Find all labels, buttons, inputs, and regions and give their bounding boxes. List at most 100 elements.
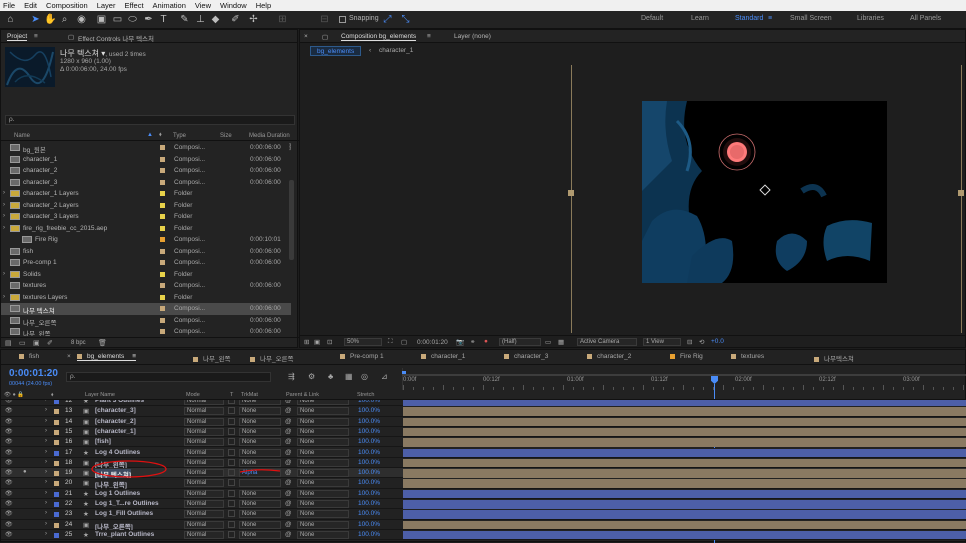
layer-row[interactable]: 👁 › 21 ★ Log 1 Outlines Normal None @ None 100.0% bbox=[1, 488, 966, 499]
expand-arrow-icon[interactable]: › bbox=[3, 294, 5, 300]
label-color-swatch[interactable] bbox=[160, 156, 165, 162]
parent-select[interactable]: None bbox=[297, 448, 349, 457]
layer-name[interactable]: [fish] bbox=[95, 438, 111, 445]
preserve-transparency-checkbox[interactable] bbox=[228, 500, 235, 507]
preserve-transparency-checkbox[interactable] bbox=[228, 469, 235, 477]
project-search-input[interactable]: ρ. bbox=[5, 115, 295, 125]
timeline-tab[interactable]: 나무텍스쳐 bbox=[814, 353, 854, 363]
expand-arrow-icon[interactable]: › bbox=[45, 438, 47, 444]
timeline-tab[interactable]: Pre-comp 1 bbox=[340, 353, 384, 360]
pick-whip-icon[interactable]: @ bbox=[285, 521, 292, 528]
project-item[interactable]: 나무_오른쪽 Composi... 0:00:06:00 bbox=[1, 315, 291, 327]
track-matte-select[interactable]: None bbox=[239, 489, 281, 498]
column-size[interactable]: Size bbox=[220, 133, 232, 139]
layer-row[interactable]: 👁 › 22 ★ Log 1_T...re Outlines Normal None @ Non… bbox=[1, 499, 966, 510]
tab-project[interactable]: Project bbox=[7, 33, 28, 41]
menu-layer[interactable]: Layer bbox=[97, 1, 116, 10]
layer-row[interactable]: 👁 › 17 ★ Log 4 Outlines Normal None @ None 100.0% bbox=[1, 447, 966, 458]
comp-mini-flowchart-icon[interactable]: ⇶ bbox=[288, 372, 295, 381]
draft-3d-icon[interactable]: ⚙ bbox=[308, 372, 315, 381]
workspace-learn[interactable]: Learn bbox=[691, 15, 709, 22]
layer-row[interactable]: 👁 › 18 ▣ [나무_왼쪽] Normal None @ None 100.0% bbox=[1, 457, 966, 469]
label-color-swatch[interactable] bbox=[160, 248, 165, 254]
view-layout-select[interactable]: 1 View bbox=[643, 338, 681, 346]
label-color-swatch[interactable] bbox=[160, 202, 165, 208]
layer-label-swatch[interactable] bbox=[54, 532, 59, 538]
label-color-swatch[interactable] bbox=[160, 294, 165, 300]
timeline-tab[interactable]: character_2 bbox=[587, 353, 631, 360]
column-media-duration[interactable]: Media Duration bbox=[249, 133, 290, 139]
preserve-transparency-checkbox[interactable] bbox=[228, 407, 235, 415]
hand-tool-icon[interactable]: ✋ bbox=[44, 13, 57, 26]
visibility-eye-icon[interactable]: 👁 bbox=[5, 407, 13, 414]
expand-arrow-icon[interactable]: › bbox=[45, 400, 47, 403]
guide-handle-left[interactable] bbox=[568, 190, 574, 196]
layer-label-swatch[interactable] bbox=[54, 491, 59, 497]
track-matte-select[interactable]: None bbox=[239, 458, 281, 467]
layer-label-swatch[interactable] bbox=[54, 502, 59, 507]
time-ruler[interactable]: 0:00f 00:12f 01:00f 01:12f 02:00f 02:12f 03:00… bbox=[402, 368, 966, 390]
stretch-value[interactable]: 100.0% bbox=[358, 510, 380, 517]
menu-window[interactable]: Window bbox=[220, 1, 247, 10]
parent-select[interactable]: None bbox=[297, 489, 349, 498]
audio-icon[interactable]: ● bbox=[23, 469, 27, 475]
workspace-small-screen[interactable]: Small Screen bbox=[790, 15, 832, 22]
timeline-tab[interactable]: bg_elements ≡ bbox=[77, 353, 137, 361]
layer-duration-bar[interactable] bbox=[403, 530, 966, 540]
column-name[interactable]: Name bbox=[14, 133, 30, 139]
expand-arrow-icon[interactable]: › bbox=[45, 500, 47, 506]
layer-name[interactable]: Log 1_Fill Outlines bbox=[95, 510, 153, 517]
workspace-libraries[interactable]: Libraries bbox=[857, 15, 884, 22]
type-tool-icon[interactable]: T bbox=[157, 13, 170, 26]
label-color-swatch[interactable] bbox=[160, 179, 165, 185]
snap-expand-icon[interactable]: ⤡ bbox=[399, 13, 412, 26]
workspace-standard[interactable]: Standard bbox=[735, 15, 763, 22]
breadcrumb-character-1[interactable]: character_1 bbox=[379, 47, 413, 54]
menu-edit[interactable]: Edit bbox=[24, 1, 37, 10]
layer-label-swatch[interactable] bbox=[54, 440, 59, 446]
layer-label-swatch[interactable] bbox=[54, 429, 59, 435]
parent-select[interactable]: None bbox=[297, 438, 349, 447]
preserve-transparency-checkbox[interactable] bbox=[228, 400, 235, 404]
magnification-icon[interactable]: ⊞ bbox=[304, 338, 309, 346]
stretch-value[interactable]: 100.0% bbox=[358, 428, 380, 435]
layer-duration-bar[interactable] bbox=[403, 520, 966, 530]
blend-mode-select[interactable]: Normal bbox=[184, 400, 224, 405]
menu-file[interactable]: File bbox=[3, 1, 15, 10]
pick-whip-icon[interactable]: @ bbox=[285, 500, 292, 507]
track-matte-select[interactable]: None bbox=[239, 510, 281, 519]
frame-blending-icon[interactable]: ▦ bbox=[345, 372, 353, 381]
timeline-tab[interactable]: character_3 bbox=[504, 353, 548, 360]
project-item[interactable]: character_3 Composi... 0:00:06:00 bbox=[1, 177, 291, 189]
breadcrumb-bg-elements[interactable]: bg_elements bbox=[310, 46, 362, 56]
trkmat-header[interactable]: TrkMat bbox=[241, 392, 258, 398]
track-matte-select[interactable]: None bbox=[239, 417, 281, 426]
timeline-tab[interactable]: textures bbox=[731, 353, 764, 360]
timeline-tab[interactable]: fish bbox=[19, 353, 39, 360]
snap-options-icon[interactable]: ⤢ bbox=[381, 13, 394, 26]
parent-select[interactable]: None bbox=[297, 510, 349, 519]
camera-tool-icon[interactable]: ◉ bbox=[75, 13, 88, 26]
tab-effect-controls[interactable]: Effect Controls 나무 텍스처 bbox=[78, 33, 154, 43]
visibility-eye-icon[interactable]: 👁 bbox=[5, 479, 13, 486]
preserve-transparency-checkbox[interactable] bbox=[228, 479, 235, 487]
interpret-footage-icon[interactable]: ▤ bbox=[5, 339, 12, 347]
expand-arrow-icon[interactable]: › bbox=[45, 521, 47, 527]
layer-duration-bar[interactable] bbox=[403, 510, 966, 519]
project-item[interactable]: 나무_왼쪽 Composi... 0:00:06:00 bbox=[1, 326, 291, 336]
pick-whip-icon[interactable]: @ bbox=[285, 400, 292, 404]
menu-help[interactable]: Help bbox=[256, 1, 271, 10]
roi-icon[interactable]: ▭ bbox=[545, 338, 551, 346]
column-type[interactable]: Type bbox=[173, 133, 186, 139]
parent-header[interactable]: Parent & Link bbox=[286, 392, 319, 398]
project-item[interactable]: 나무 텍스쳐 Composi... 0:00:06:00 bbox=[1, 303, 291, 315]
preserve-transparency-checkbox[interactable] bbox=[228, 510, 235, 518]
guide-handle-right[interactable] bbox=[958, 190, 964, 196]
expand-arrow-icon[interactable]: › bbox=[45, 449, 47, 455]
label-color-swatch[interactable] bbox=[160, 260, 165, 265]
camera-select[interactable]: Active Camera bbox=[577, 338, 637, 346]
layer-duration-bar[interactable] bbox=[403, 448, 966, 457]
label-color-swatch[interactable] bbox=[160, 317, 165, 323]
stretch-value[interactable]: 100.0% bbox=[358, 459, 380, 466]
ellipse-tool-icon[interactable]: ⬭ bbox=[126, 13, 139, 26]
